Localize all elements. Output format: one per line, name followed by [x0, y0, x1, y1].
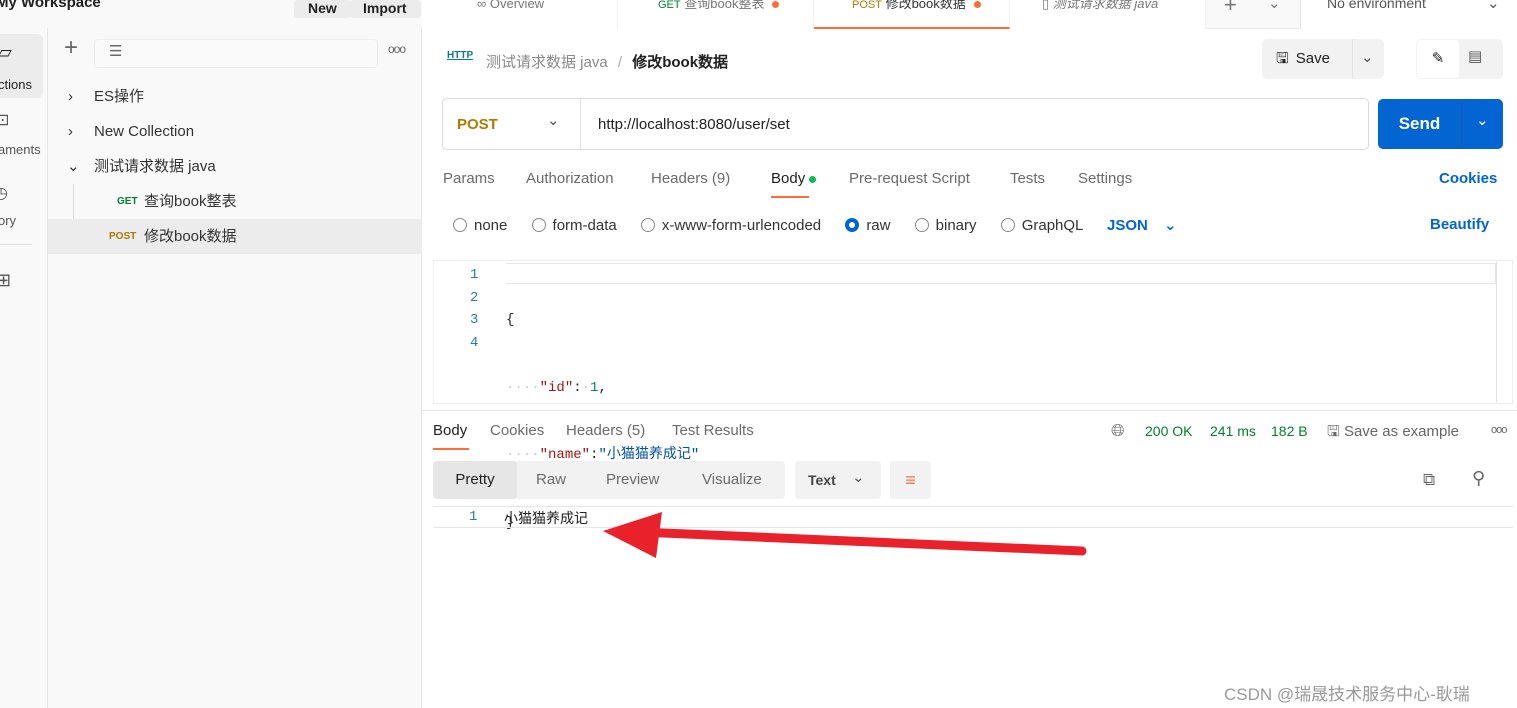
annotation-arrow: [603, 512, 1087, 558]
watermark: CSDN @瑞晟技术服务中心-耿瑞: [1224, 685, 1470, 704]
arrow-shaft: [635, 527, 1087, 556]
arrow-head: [603, 512, 662, 558]
